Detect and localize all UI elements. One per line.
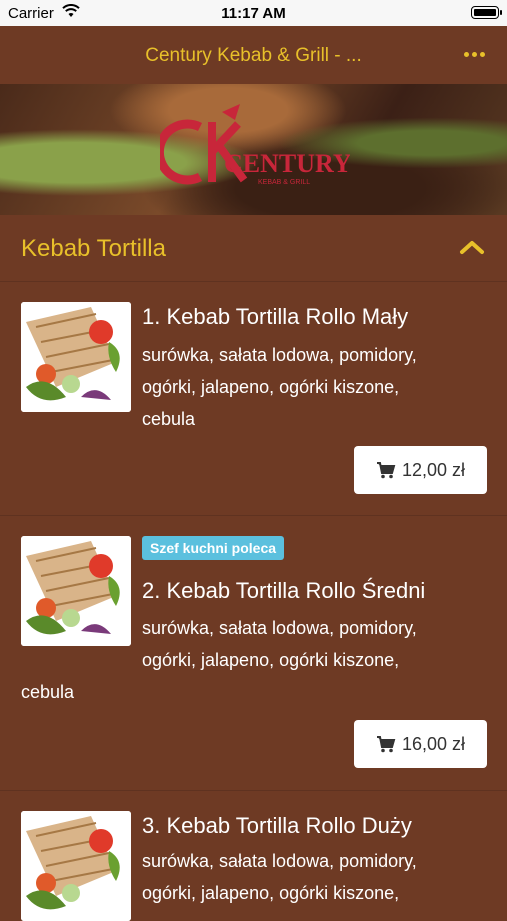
svg-text:CENTURY: CENTURY xyxy=(224,149,350,178)
item-image xyxy=(21,302,131,412)
add-to-cart-button[interactable]: 16,00 zł xyxy=(354,720,487,768)
description-line: cebula xyxy=(21,682,75,702)
description-line: surówka, sałata lodowa, pomidory, xyxy=(142,345,417,365)
app-title: Century Kebab & Grill - ... xyxy=(145,45,362,66)
chef-recommends-badge: Szef kuchni poleca xyxy=(142,536,285,560)
description-line: cebula xyxy=(142,409,196,429)
add-to-cart-button[interactable]: 12,00 zł xyxy=(354,446,487,494)
item-title: 2. Kebab Tortilla Rollo Średni xyxy=(142,578,426,603)
item-title: 3. Kebab Tortilla Rollo Duży xyxy=(142,813,412,838)
category-title: Kebab Tortilla xyxy=(21,235,166,262)
description-line: surówka, sałata lodowa, pomidory, xyxy=(142,618,417,638)
item-image xyxy=(21,811,131,921)
item-title: 1. Kebab Tortilla Rollo Mały xyxy=(142,304,409,329)
chevron-up-icon[interactable] xyxy=(459,239,485,255)
battery-icon xyxy=(471,6,502,19)
description-line: ogórki, jalapeno, ogórki kiszone, xyxy=(142,377,400,397)
svg-text:KEBAB & GRILL: KEBAB & GRILL xyxy=(258,179,310,186)
clock: 11:17 AM xyxy=(221,5,286,22)
app-header: Century Kebab & Grill - ... xyxy=(0,26,507,85)
cart-icon xyxy=(376,462,396,479)
menu-item[interactable]: 3. Kebab Tortilla Rollo Duży surówka, sa… xyxy=(0,790,507,921)
item-image xyxy=(21,536,131,646)
description-line: ogórki, jalapeno, ogórki kiszone, xyxy=(142,883,400,903)
status-bar: Carrier 11:17 AM xyxy=(0,0,507,26)
century-logo: CENTURY KEBAB & GRILL xyxy=(160,104,350,186)
category-header[interactable]: Kebab Tortilla xyxy=(0,215,507,282)
more-options-icon[interactable] xyxy=(464,52,485,57)
description-line: surówka, sałata lodowa, pomidory, xyxy=(142,851,417,871)
menu-item[interactable]: Szef kuchni poleca 2. Kebab Tortilla Rol… xyxy=(0,515,507,791)
item-description: surówka, sałata lodowa, pomidory, ogórki… xyxy=(142,612,417,676)
cart-icon xyxy=(376,736,396,753)
price-label: 16,00 zł xyxy=(401,733,466,754)
item-description: surówka, sałata lodowa, pomidory, ogórki… xyxy=(142,845,417,909)
description-line: ogórki, jalapeno, ogórki kiszone, xyxy=(142,650,400,670)
price-label: 12,00 zł xyxy=(401,459,466,480)
menu-item[interactable]: 1. Kebab Tortilla Rollo Mały surówka, sa… xyxy=(0,281,507,516)
item-description: surówka, sałata lodowa, pomidory, ogórki… xyxy=(142,339,417,435)
restaurant-banner: CENTURY KEBAB & GRILL xyxy=(0,84,507,215)
